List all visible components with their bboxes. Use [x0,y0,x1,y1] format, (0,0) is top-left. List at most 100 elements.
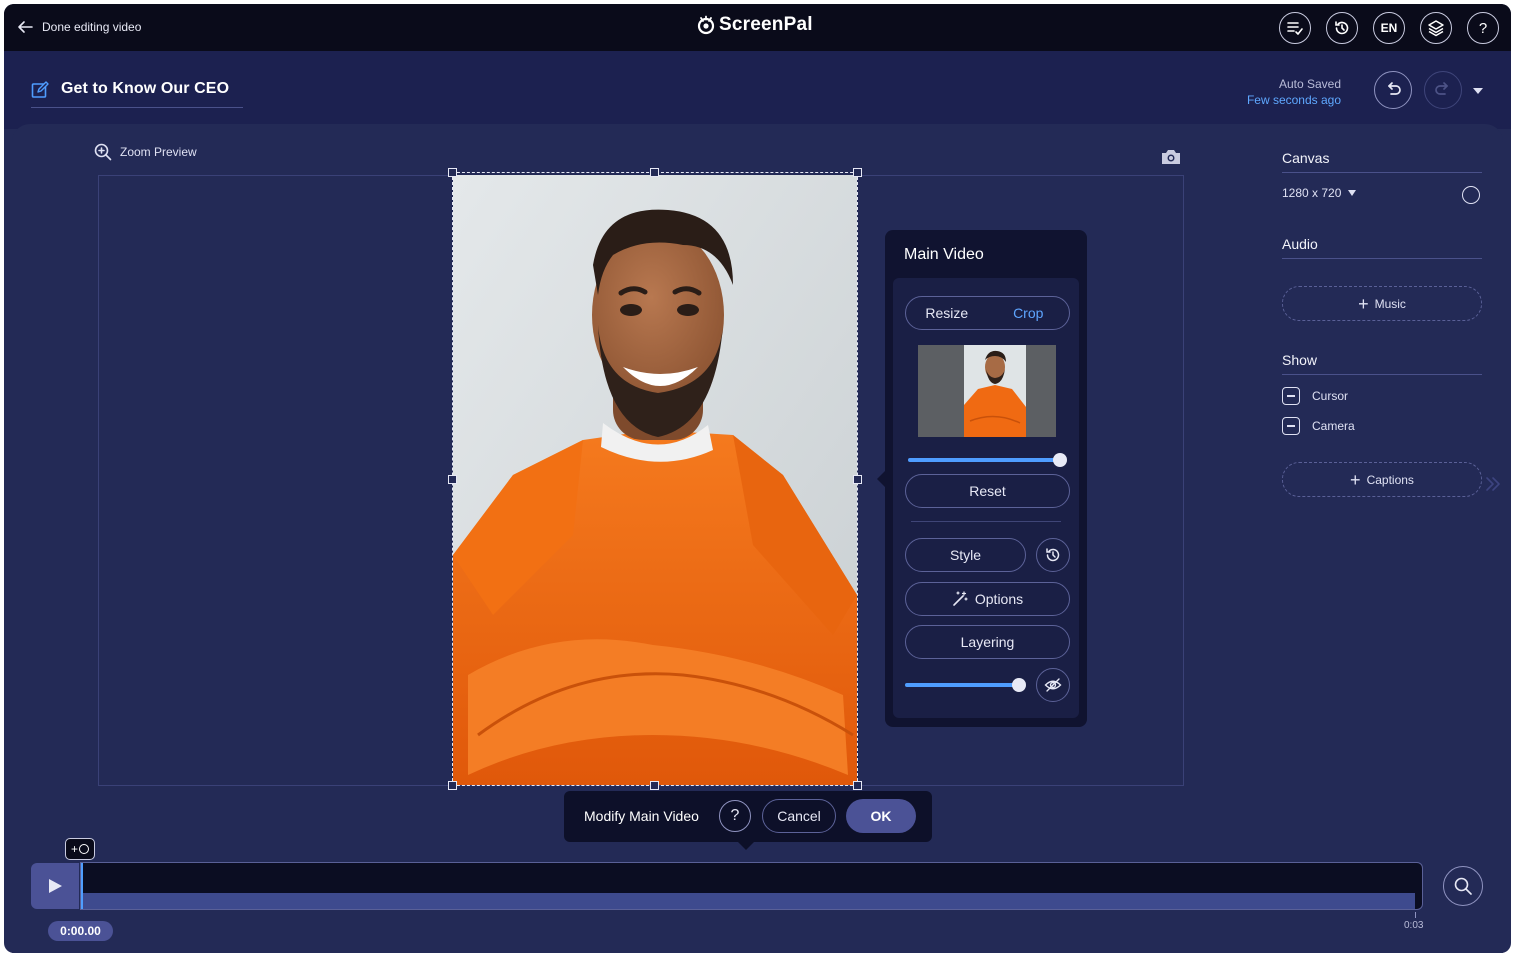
resize-handle-top[interactable] [650,168,659,177]
play-button[interactable] [31,863,79,909]
video-thumbnail [918,345,1056,437]
project-title[interactable]: Get to Know Our CEO [31,80,243,108]
reset-label: Reset [969,483,1006,499]
zoom-preview-button[interactable]: Zoom Preview [94,143,197,161]
cursor-checkbox[interactable] [1282,387,1300,405]
main-video-title: Main Video [904,246,984,263]
current-time: 0:00.00 [48,921,113,941]
cancel-button[interactable]: Cancel [762,799,836,833]
options-button[interactable]: Options [905,582,1070,616]
history-button[interactable] [1326,12,1358,44]
resize-handle-top-left[interactable] [448,168,457,177]
top-bar: Done editing video ScreenPal EN ? [4,4,1511,51]
add-plus-label: + [70,842,78,856]
screenpal-logo: ScreenPal [696,14,813,36]
show-header: Show [1282,352,1482,375]
camera-toggle[interactable]: Camera [1282,417,1355,435]
logo-text: ScreenPal [719,14,813,35]
style-label: Style [949,547,982,563]
main-video-controls: Resize Crop Reset Style Options Layering [893,278,1079,718]
canvas-header: Canvas [1282,150,1482,173]
resize-handle-bottom-left[interactable] [448,781,457,790]
crop-tab[interactable]: Crop [988,297,1070,329]
thumbnail-frame [964,345,1026,437]
done-editing-label: Done editing video [42,20,142,34]
help-label: ? [1478,19,1488,37]
panel-divider [911,521,1061,522]
scale-slider-track[interactable] [908,458,1060,462]
undo-button[interactable] [1374,71,1412,109]
resize-handle-bottom[interactable] [650,781,659,790]
checklist-button[interactable] [1279,12,1311,44]
edit-icon [31,81,49,98]
modify-help-button[interactable]: ? [719,800,751,832]
top-actions: EN ? [1279,12,1499,44]
zoom-preview-label: Zoom Preview [120,145,197,159]
visibility-button[interactable] [1036,668,1070,702]
opacity-slider-track[interactable] [905,683,1019,687]
resize-handle-right[interactable] [853,475,862,484]
end-tick [1415,912,1416,918]
marker-circle-icon [79,844,89,854]
timeline-track[interactable] [80,862,1423,910]
help-button[interactable]: ? [1467,12,1499,44]
end-time: 0:03 [1404,920,1424,931]
title-bar: Get to Know Our CEO Auto Saved Few secon… [4,51,1511,129]
history-dropdown-icon[interactable] [1473,88,1483,94]
autosave-status: Auto Saved Few seconds ago [1247,77,1341,107]
ok-button[interactable]: OK [846,799,916,833]
play-icon [49,879,62,893]
opacity-slider-knob[interactable] [1012,678,1026,692]
timeline-clip[interactable] [81,893,1415,909]
project-title-text: Get to Know Our CEO [61,80,230,97]
camera-icon[interactable] [1160,148,1182,166]
checklist-icon [1287,22,1303,35]
resize-handle-top-right[interactable] [853,168,862,177]
style-button[interactable]: Style [905,538,1026,572]
autosave-label: Auto Saved [1278,77,1341,91]
add-music-button[interactable]: + Music [1282,286,1482,321]
resize-handle-bottom-right[interactable] [853,781,862,790]
magic-wand-icon [953,591,968,606]
ceo-portrait-image [453,175,857,785]
canvas-color-icon[interactable] [1462,186,1480,204]
history-icon [1046,548,1060,562]
zoom-in-icon [94,143,112,161]
playhead[interactable] [81,863,83,909]
plus-icon: + [1350,469,1361,490]
modify-title: Modify Main Video [584,808,699,824]
audio-header: Audio [1282,236,1482,259]
panel-pointer [877,471,885,487]
plus-icon: + [1358,293,1369,314]
done-editing-button[interactable]: Done editing video [16,16,141,38]
undo-icon [1388,82,1401,95]
cursor-label: Cursor [1312,389,1349,403]
add-marker-button[interactable]: + [65,838,95,860]
autosave-time: Few seconds ago [1246,93,1341,107]
layering-button[interactable]: Layering [905,625,1070,659]
resize-tab[interactable]: Resize [906,297,988,329]
arrow-left-icon [18,21,33,33]
double-chevron-right-icon[interactable] [1485,475,1501,493]
layers-icon [1428,20,1444,37]
camera-label: Camera [1312,419,1355,433]
scale-slider-knob[interactable] [1053,453,1067,467]
history-icon [1335,21,1349,35]
camera-checkbox[interactable] [1282,417,1300,435]
language-label: EN [1380,21,1398,35]
canvas-size-value: 1280 x 720 [1282,186,1342,200]
style-history-button[interactable] [1036,538,1070,572]
main-video-panel: Main Video Resize Crop Reset Style Optio… [877,230,1087,727]
cursor-toggle[interactable]: Cursor [1282,387,1348,405]
resize-handle-left[interactable] [448,475,457,484]
layers-button[interactable] [1420,12,1452,44]
reset-button[interactable]: Reset [905,474,1070,508]
language-button[interactable]: EN [1373,12,1405,44]
canvas-size-select[interactable]: 1280 x 720 [1282,186,1357,200]
main-video-frame[interactable] [453,175,857,785]
add-captions-button[interactable]: + Captions [1282,462,1482,497]
timeline-zoom-button[interactable] [1443,866,1483,906]
redo-button[interactable] [1424,71,1462,109]
modify-bar-pointer [738,842,754,850]
thumbnail-portrait-image [964,350,1026,437]
